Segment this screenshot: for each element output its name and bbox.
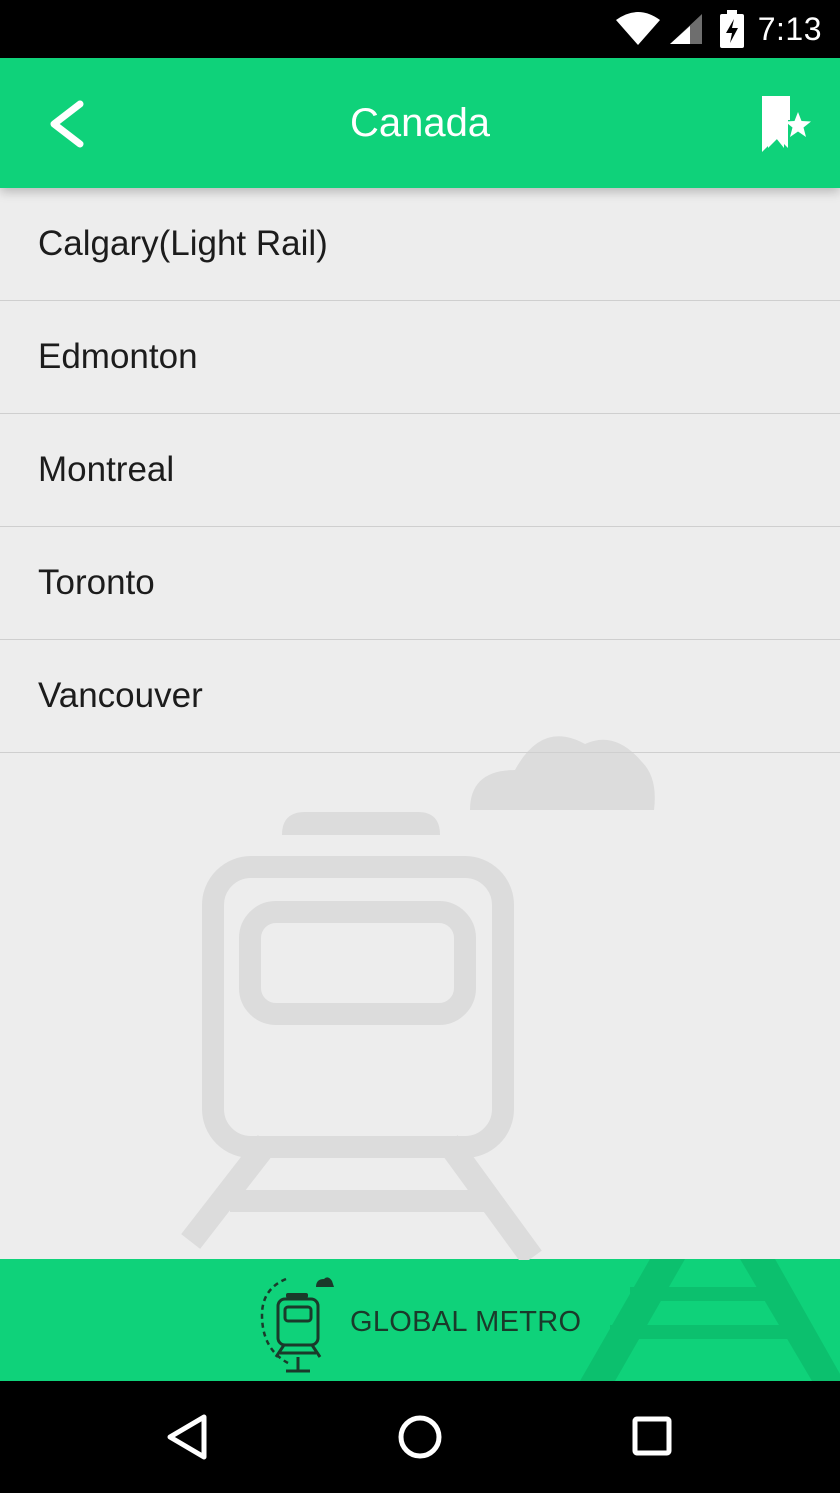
page-title: Canada [349, 100, 491, 145]
favorites-button[interactable] [752, 92, 816, 156]
list-item-label: Edmonton [38, 337, 198, 376]
city-list: Calgary(Light Rail) Edmonton Montreal To… [0, 188, 840, 753]
status-bar: 7:13 [0, 0, 840, 58]
list-item-vancouver[interactable]: Vancouver [0, 640, 840, 753]
nav-home-icon [398, 1415, 442, 1459]
list-item-montreal[interactable]: Montreal [0, 414, 840, 527]
status-icons: 7:13 [615, 0, 822, 58]
list-item-label: Calgary(Light Rail) [38, 224, 328, 263]
app-bar: Canada [0, 58, 840, 188]
bookmark-star-icon [762, 96, 811, 152]
metro-logo-icon [260, 1277, 334, 1373]
cell-signal-icon [669, 14, 702, 44]
rail-track-decoration [580, 1259, 840, 1381]
nav-home-button[interactable] [390, 1407, 450, 1467]
nav-recents-button[interactable] [623, 1407, 683, 1467]
nav-recents-icon [632, 1416, 672, 1456]
list-item-calgary[interactable]: Calgary(Light Rail) [0, 188, 840, 301]
list-item-edmonton[interactable]: Edmonton [0, 301, 840, 414]
system-nav-bar [0, 1381, 840, 1493]
battery-charging-icon [719, 10, 744, 48]
list-item-label: Montreal [38, 450, 175, 489]
list-item-toronto[interactable]: Toronto [0, 527, 840, 640]
wifi-icon [615, 12, 660, 45]
status-time: 7:13 [757, 10, 822, 47]
brand-name: GLOBAL METRO [350, 1305, 582, 1338]
list-item-label: Toronto [38, 563, 155, 602]
footer-banner: GLOBAL METRO [0, 1259, 840, 1381]
nav-back-icon [167, 1414, 207, 1460]
nav-back-button[interactable] [158, 1407, 218, 1467]
train-watermark-icon [181, 736, 655, 1260]
brand-logo: GLOBAL METRO [256, 1267, 581, 1377]
list-item-label: Vancouver [38, 676, 203, 715]
